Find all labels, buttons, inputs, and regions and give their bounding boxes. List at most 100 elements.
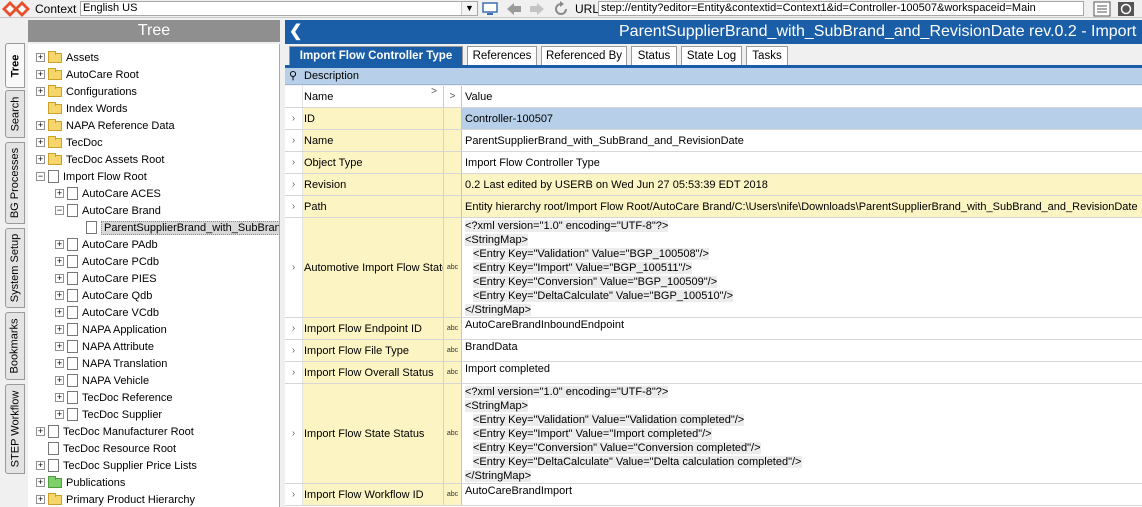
- tree-node-napa-application[interactable]: + NAPA Application: [55, 321, 167, 338]
- tree-node-autocare-vcdb[interactable]: + AutoCare VCdb: [55, 304, 159, 321]
- side-tab-step-workflow[interactable]: STEP Workflow: [5, 384, 25, 474]
- expand-icon[interactable]: ›: [285, 218, 303, 317]
- tree-node-autocare-pies[interactable]: + AutoCare PIES: [55, 270, 157, 287]
- expand-icon[interactable]: ›: [285, 196, 303, 217]
- collapse-icon[interactable]: −: [36, 172, 45, 181]
- expand-icon[interactable]: +: [55, 308, 64, 317]
- tree-node-tecdoc-resource-root[interactable]: TecDoc Resource Root: [36, 440, 176, 457]
- notes-icon[interactable]: [1093, 1, 1111, 17]
- expand-icon[interactable]: +: [36, 121, 45, 130]
- tab-import-flow-controller-type[interactable]: Import Flow Controller Type: [289, 46, 463, 66]
- expand-icon[interactable]: +: [55, 393, 64, 402]
- expand-icon[interactable]: ›: [285, 174, 303, 195]
- expand-icon[interactable]: +: [36, 427, 45, 436]
- tree-node-autocare-pcdb[interactable]: + AutoCare PCdb: [55, 253, 159, 270]
- tree-node-autocare-aces[interactable]: + AutoCare ACES: [55, 185, 161, 202]
- expand-icon[interactable]: +: [55, 240, 64, 249]
- table-row[interactable]: › Import Flow Endpoint ID abc AutoCareBr…: [285, 318, 1142, 340]
- side-tab-tree[interactable]: Tree: [5, 43, 25, 88]
- expand-icon[interactable]: ›: [285, 340, 303, 361]
- tree-node-tecdoc-supplier[interactable]: + TecDoc Supplier: [55, 406, 162, 423]
- tree-node-tecdoc[interactable]: + TecDoc: [36, 134, 103, 151]
- pin-icon[interactable]: ⚲: [289, 68, 297, 85]
- tree-node-primary-product-hierarchy[interactable]: + Primary Product Hierarchy: [36, 491, 195, 507]
- context-select[interactable]: English US ▼: [80, 1, 478, 16]
- expand-icon[interactable]: ›: [285, 108, 303, 129]
- tree-node-configurations[interactable]: + Configurations: [36, 83, 137, 100]
- side-tab-bookmarks[interactable]: Bookmarks: [5, 312, 25, 380]
- expand-icon[interactable]: ›: [285, 384, 303, 483]
- tree-node-napa-reference-data[interactable]: + NAPA Reference Data: [36, 117, 175, 134]
- tree-node-assets[interactable]: + Assets: [36, 49, 99, 66]
- expand-icon[interactable]: +: [36, 70, 45, 79]
- tab-references[interactable]: References: [467, 46, 537, 66]
- collapse-icon[interactable]: −: [55, 206, 64, 215]
- expand-icon[interactable]: +: [55, 342, 64, 351]
- expand-icon[interactable]: +: [55, 257, 64, 266]
- expand-icon[interactable]: +: [55, 291, 64, 300]
- table-row[interactable]: › Import Flow State Status abc <?xml ver…: [285, 384, 1142, 484]
- expand-icon[interactable]: +: [55, 274, 64, 283]
- collapse-arrow-icon[interactable]: ❮: [289, 20, 302, 44]
- table-row[interactable]: › Import Flow File Type abc BrandData: [285, 340, 1142, 362]
- table-row[interactable]: › Revision 0.2 Last edited by USERB on W…: [285, 174, 1142, 196]
- url-input[interactable]: step://entity?editor=Entity&contextid=Co…: [598, 1, 1084, 16]
- forward-arrow-icon[interactable]: [528, 1, 546, 17]
- tab-status[interactable]: Status: [631, 46, 677, 66]
- side-tab-search[interactable]: Search: [5, 90, 25, 138]
- expand-icon[interactable]: +: [55, 376, 64, 385]
- table-row[interactable]: › Path Entity hierarchy root/Import Flow…: [285, 196, 1142, 218]
- xml-value[interactable]: <?xml version="1.0" encoding="UTF-8"?> <…: [462, 384, 1142, 483]
- table-row[interactable]: › Name ParentSupplierBrand_with_SubBrand…: [285, 130, 1142, 152]
- table-row[interactable]: › ID Controller-100507: [285, 108, 1142, 130]
- expand-icon[interactable]: ›: [285, 318, 303, 339]
- expand-icon[interactable]: +: [36, 155, 45, 164]
- back-arrow-icon[interactable]: [505, 1, 523, 17]
- tree-node-autocare-qdb[interactable]: + AutoCare Qdb: [55, 287, 152, 304]
- expand-icon[interactable]: ›: [285, 130, 303, 151]
- expand-icon[interactable]: +: [55, 410, 64, 419]
- xml-value[interactable]: <?xml version="1.0" encoding="UTF-8"?> <…: [462, 218, 1142, 317]
- tree-node-tecdoc-manufacturer-root[interactable]: + TecDoc Manufacturer Root: [36, 423, 194, 440]
- tab-tasks[interactable]: Tasks: [746, 46, 788, 66]
- tree-node-publications[interactable]: + Publications: [36, 474, 125, 491]
- tree-node-tecdoc-assets-root[interactable]: + TecDoc Assets Root: [36, 151, 164, 168]
- side-tab-bg-processes[interactable]: BG Processes: [5, 142, 25, 224]
- tree-node-napa-translation[interactable]: + NAPA Translation: [55, 355, 167, 372]
- chevron-right-icon[interactable]: >: [431, 86, 437, 97]
- tree-node-napa-vehicle[interactable]: + NAPA Vehicle: [55, 372, 149, 389]
- help-icon[interactable]: [1117, 1, 1135, 17]
- tree-node-autocare-root[interactable]: + AutoCare Root: [36, 66, 139, 83]
- tree-node-tecdoc-reference[interactable]: + TecDoc Reference: [55, 389, 173, 406]
- table-row[interactable]: › Automotive Import Flow State abc <?xml…: [285, 218, 1142, 318]
- table-row[interactable]: › Import Flow Overall Status abc Import …: [285, 362, 1142, 384]
- expand-icon[interactable]: ›: [285, 362, 303, 383]
- expand-icon[interactable]: +: [36, 53, 45, 62]
- column-header-name[interactable]: Name >: [303, 86, 444, 107]
- expand-icon[interactable]: ›: [285, 152, 303, 173]
- table-row[interactable]: › Object Type Import Flow Controller Typ…: [285, 152, 1142, 174]
- side-tab-system-setup[interactable]: System Setup: [5, 228, 25, 308]
- expand-icon[interactable]: +: [55, 359, 64, 368]
- tab-referenced-by[interactable]: Referenced By: [541, 46, 627, 66]
- table-row[interactable]: › Import Flow Workflow ID abc AutoCareBr…: [285, 484, 1142, 506]
- chevron-down-icon[interactable]: ▼: [461, 2, 477, 15]
- expand-icon[interactable]: ›: [285, 484, 303, 505]
- expand-icon[interactable]: +: [36, 461, 45, 470]
- monitor-icon[interactable]: [482, 1, 498, 17]
- tree-node-index-words[interactable]: Index Words: [36, 100, 128, 117]
- chevron-right-icon[interactable]: >: [444, 86, 462, 107]
- tree-node-import-flow-root[interactable]: − Import Flow Root: [36, 168, 147, 185]
- tree-node-autocare-padb[interactable]: + AutoCare PAdb: [55, 236, 158, 253]
- expand-icon[interactable]: +: [36, 138, 45, 147]
- expand-icon[interactable]: +: [55, 325, 64, 334]
- tab-state-log[interactable]: State Log: [681, 46, 742, 66]
- tree-node-parentsupplierbrand[interactable]: ParentSupplierBrand_with_SubBrand: [74, 219, 279, 236]
- tree-node-autocare-brand[interactable]: − AutoCare Brand: [55, 202, 161, 219]
- refresh-icon[interactable]: [553, 1, 569, 17]
- expand-icon[interactable]: +: [36, 87, 45, 96]
- description-group[interactable]: ⚲ Description: [285, 68, 1142, 85]
- tree-node-tecdoc-supplier-price-lists[interactable]: + TecDoc Supplier Price Lists: [36, 457, 197, 474]
- expand-icon[interactable]: +: [36, 495, 45, 504]
- expand-icon[interactable]: +: [55, 189, 64, 198]
